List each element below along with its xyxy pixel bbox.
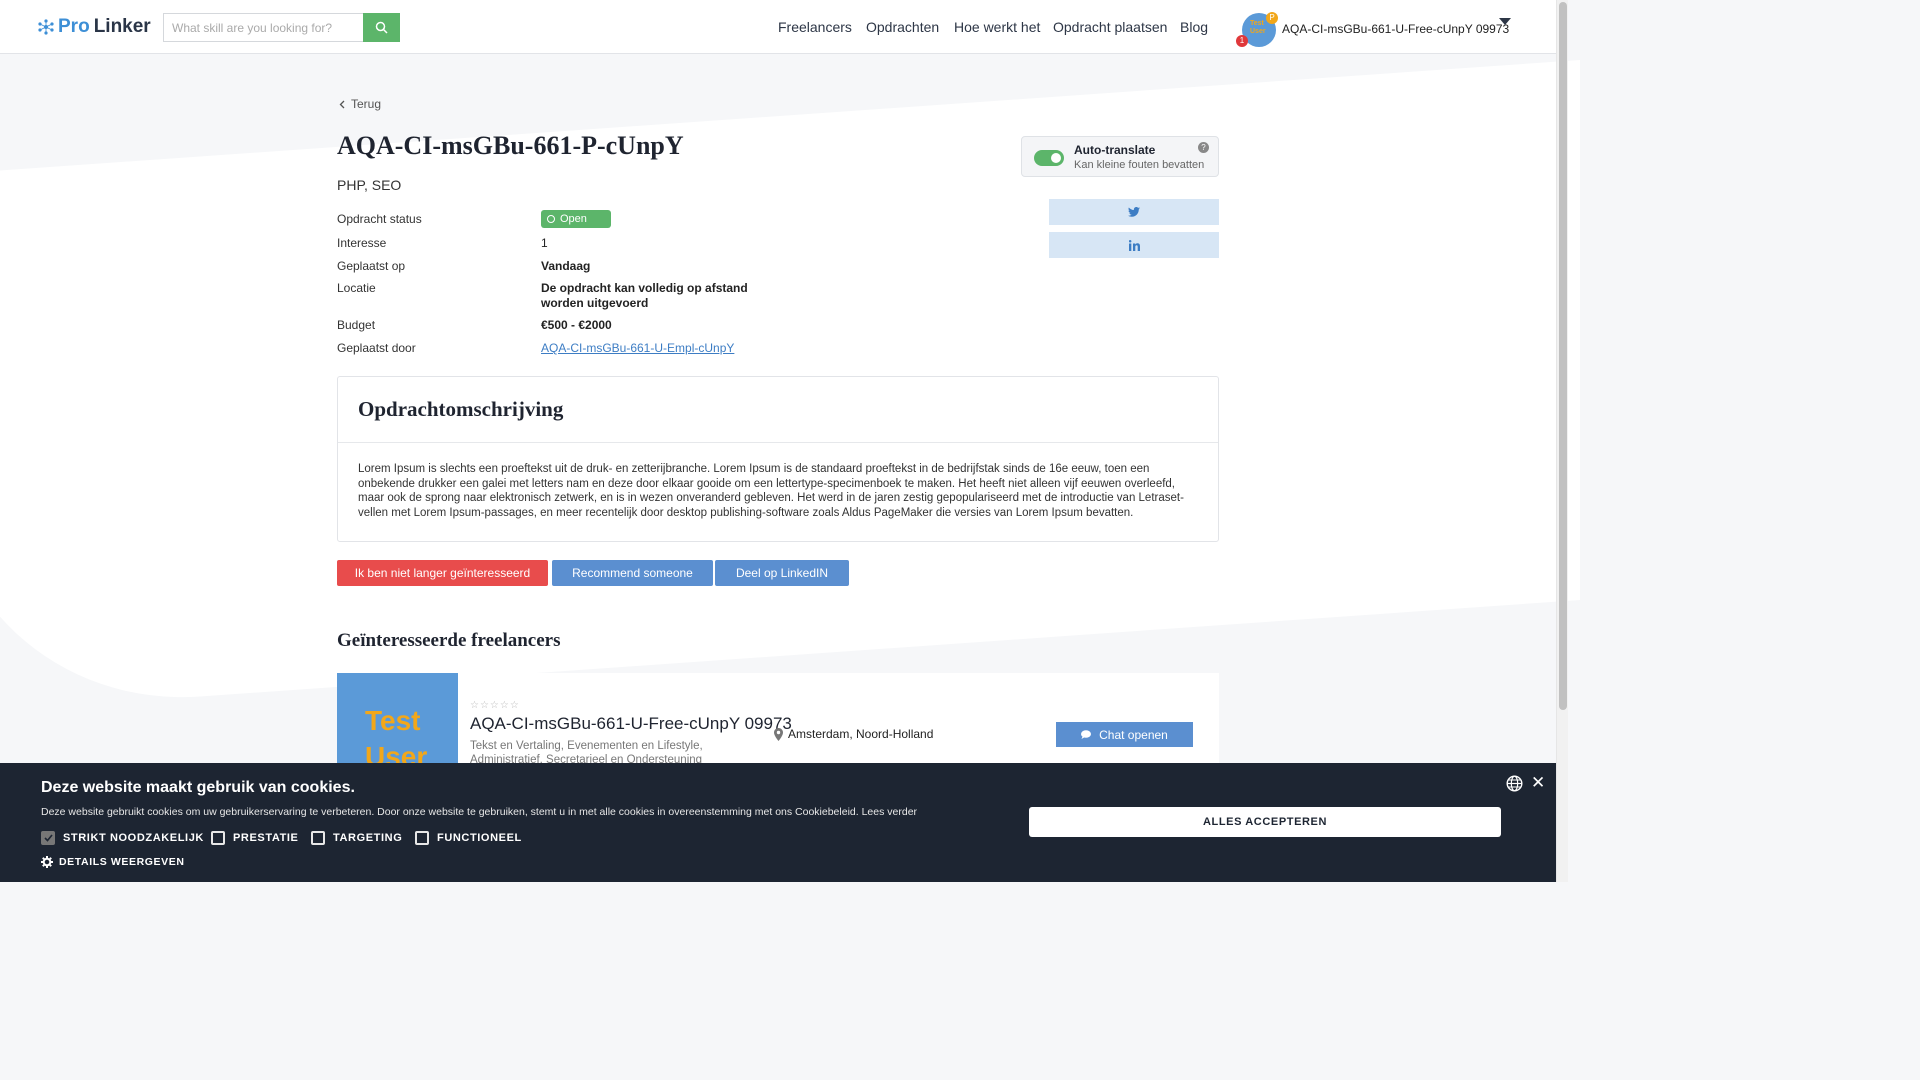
budget-value: €500 - €2000 bbox=[541, 318, 612, 332]
description-heading: Opdrachtomschrijving bbox=[338, 377, 1218, 443]
prolinker-logo[interactable]: Pro Linker bbox=[38, 16, 151, 38]
interested-freelancers-heading: Geïnteresseerde freelancers bbox=[337, 630, 561, 651]
search-icon bbox=[375, 21, 388, 34]
user-avatar[interactable]: Test User P 1 bbox=[1236, 12, 1278, 47]
location-label: Locatie bbox=[337, 281, 376, 295]
username-label[interactable]: AQA-CI-msGBu-661-U-Free-cUnpY 09973 bbox=[1282, 22, 1509, 36]
nav-opdrachten[interactable]: Opdrachten bbox=[866, 19, 939, 35]
logo-mark-icon bbox=[38, 19, 54, 35]
nav-freelancers[interactable]: Freelancers bbox=[778, 19, 852, 35]
posted-value: Vandaag bbox=[541, 259, 591, 273]
search-button[interactable] bbox=[363, 13, 400, 42]
rating-stars: ☆☆☆☆☆ bbox=[470, 700, 520, 711]
cookie-banner: Deze website maakt gebruik van cookies. … bbox=[0, 763, 1556, 882]
points-badge: P bbox=[1266, 12, 1278, 24]
notification-badge: 1 bbox=[1236, 35, 1248, 47]
interest-value: 1 bbox=[541, 236, 548, 250]
auto-translate-toggle[interactable] bbox=[1034, 150, 1064, 166]
open-chat-button[interactable]: Chat openen bbox=[1056, 722, 1193, 747]
page-scrollbar[interactable] bbox=[1556, 0, 1568, 882]
cookie-option-label: STRIKT NOODZAKELIJK bbox=[63, 832, 204, 844]
share-on-linkedin-button[interactable]: Deel op LinkedIN bbox=[715, 560, 849, 586]
posted-label: Geplaatst op bbox=[337, 259, 406, 273]
chevron-left-icon bbox=[339, 100, 345, 108]
chat-bubble-icon bbox=[1081, 730, 1092, 739]
linkedin-icon bbox=[1128, 239, 1140, 251]
nav-hoe-werkt-het[interactable]: Hoe werkt het bbox=[954, 19, 1040, 35]
close-icon[interactable]: ✕ bbox=[1531, 773, 1545, 793]
cookie-option-performance[interactable]: PRESTATIE bbox=[211, 831, 299, 845]
recommend-someone-button[interactable]: Recommend someone bbox=[552, 560, 713, 586]
help-icon[interactable]: ? bbox=[1198, 142, 1209, 153]
cookie-option-label: TARGETING bbox=[333, 832, 403, 844]
posted-by-label: Geplaatst door bbox=[337, 341, 416, 355]
cookie-option-label: PRESTATIE bbox=[233, 832, 299, 844]
globe-icon[interactable] bbox=[1506, 775, 1523, 792]
skill-search-input[interactable] bbox=[163, 13, 363, 42]
description-card: Opdrachtomschrijving Lorem Ipsum is slec… bbox=[337, 376, 1219, 542]
location-pin-icon bbox=[774, 727, 783, 741]
cookie-option-targeting[interactable]: TARGETING bbox=[311, 831, 402, 845]
avatar-text-line1: Test bbox=[365, 705, 421, 736]
cookie-details-toggle[interactable]: DETAILS WEERGEVEN bbox=[41, 856, 185, 868]
freelancer-card: Test User ☆☆☆☆☆ AQA-CI-msGBu-661-U-Free-c… bbox=[337, 673, 1219, 773]
auto-translate-panel: Auto-translate Kan kleine fouten bevatte… bbox=[1021, 136, 1219, 177]
budget-label: Budget bbox=[337, 318, 376, 332]
page-title: AQA-CI-msGBu-661-P-cUnpY bbox=[337, 131, 684, 160]
interest-label: Interesse bbox=[337, 236, 387, 250]
checkbox-icon[interactable] bbox=[415, 831, 429, 845]
cookie-option-necessary[interactable]: STRIKT NOODZAKELIJK bbox=[41, 831, 204, 845]
checkbox-icon[interactable] bbox=[311, 831, 325, 845]
skill-search bbox=[163, 13, 400, 42]
share-linkedin-button[interactable] bbox=[1049, 232, 1219, 258]
checkbox-checked-icon[interactable] bbox=[41, 831, 55, 845]
nav-opdracht-plaatsen[interactable]: Opdracht plaatsen bbox=[1053, 19, 1167, 35]
freelancer-location: Amsterdam, Noord-Holland bbox=[774, 727, 933, 741]
gear-icon bbox=[41, 856, 53, 868]
open-chat-label: Chat openen bbox=[1099, 727, 1168, 742]
share-twitter-button[interactable] bbox=[1049, 199, 1219, 225]
freelancer-avatar[interactable]: Test User bbox=[337, 673, 458, 773]
scrollbar-thumb[interactable] bbox=[1559, 2, 1567, 710]
logo-text-linker: Linker bbox=[93, 16, 151, 37]
back-label: Terug bbox=[351, 97, 382, 111]
cookie-option-functional[interactable]: FUNCTIONEEL bbox=[415, 831, 522, 845]
back-link[interactable]: Terug bbox=[339, 97, 381, 111]
accept-all-cookies-button[interactable]: ALLES ACCEPTEREN bbox=[1029, 807, 1501, 837]
cookie-option-label: FUNCTIONEEL bbox=[437, 832, 522, 844]
cookie-description: Deze website gebruikt cookies om uw gebr… bbox=[41, 806, 918, 818]
status-badge: Open bbox=[541, 210, 611, 228]
user-menu-caret-icon[interactable] bbox=[1499, 18, 1511, 25]
job-skills: PHP, SEO bbox=[337, 177, 402, 193]
logo-text-pro: Pro bbox=[58, 16, 90, 37]
status-value: Open bbox=[560, 213, 587, 225]
not-interested-button[interactable]: Ik ben niet langer geïnteresseerd bbox=[337, 560, 548, 586]
checkbox-icon[interactable] bbox=[211, 831, 225, 845]
cookie-details-label: DETAILS WEERGEVEN bbox=[59, 856, 185, 868]
freelancer-categories-line1: Tekst en Vertaling, Evenementen en Lifes… bbox=[470, 740, 703, 752]
auto-translate-subtitle: Kan kleine fouten bevatten bbox=[1074, 159, 1205, 171]
nav-blog[interactable]: Blog bbox=[1180, 19, 1208, 35]
auto-translate-title: Auto-translate bbox=[1074, 143, 1156, 157]
status-label: Opdracht status bbox=[337, 212, 422, 226]
freelancer-name[interactable]: AQA-CI-msGBu-661-U-Free-cUnpY 09973 bbox=[470, 714, 792, 734]
status-dot-icon bbox=[547, 215, 555, 223]
description-text: Lorem Ipsum is slechts een proeftekst ui… bbox=[358, 463, 1184, 519]
posted-by-link[interactable]: AQA-CI-msGBu-661-U-Empl-cUnpY bbox=[541, 341, 734, 355]
cookie-title: Deze website maakt gebruik van cookies. bbox=[41, 779, 355, 796]
location-value-line1: De opdracht kan volledig op afstand bbox=[541, 281, 748, 295]
top-navbar: ProLinker Freelancers Opdrachten Hoe wer… bbox=[0, 0, 1556, 54]
location-value-line2: worden uitgevoerd bbox=[541, 296, 649, 310]
freelancer-location-text: Amsterdam, Noord-Holland bbox=[788, 727, 934, 741]
toggle-knob bbox=[1051, 153, 1061, 163]
checkmark-icon bbox=[43, 834, 53, 842]
twitter-icon bbox=[1128, 207, 1140, 217]
